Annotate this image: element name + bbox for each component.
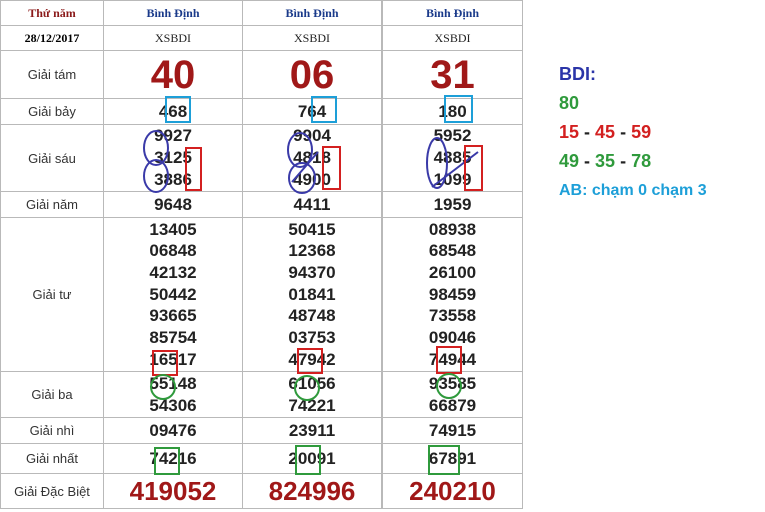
prize-g1: 74216 — [103, 443, 243, 474]
prize-g2: 09476 — [103, 417, 243, 444]
prize-g4: 50415 12368 94370 01841 48748 03753 4794… — [242, 217, 382, 372]
prize-number: 4818 — [293, 148, 331, 168]
prize-g1: 20091 — [242, 443, 382, 474]
prize-g1: 67891 — [382, 443, 523, 474]
prize-label-g2: Giải nhì — [0, 417, 104, 444]
prize-g6: 9904 4818 4900 — [242, 124, 382, 192]
prize-g3: 93585 66879 — [382, 371, 523, 418]
prize-g4: 08938 68548 26100 98459 73558 09046 7494… — [382, 217, 523, 372]
prize-g5: 1959 — [382, 191, 523, 218]
prize-g5: 4411 — [242, 191, 382, 218]
prize-number: 85754 — [149, 328, 197, 348]
prize-number: 50442 — [149, 284, 197, 304]
prize-g7: 180 — [382, 98, 523, 125]
prize-number: 55148 — [149, 373, 197, 393]
prize-number: 93585 — [428, 373, 477, 393]
prize-g4: 13405 06848 42132 50442 93665 85754 1651… — [103, 217, 243, 372]
prediction-line-1: 80 — [559, 93, 580, 113]
prize-g6: 9927 3125 3886 — [103, 124, 243, 192]
prediction-line-3: 49 - 35 - 78 — [559, 147, 707, 176]
prediction-panel: BDI: 80 15 - 45 - 59 49 - 35 - 78 AB: ch… — [559, 60, 707, 205]
prize-g8: 06 — [242, 50, 382, 99]
lottery-code: XSBDI — [103, 25, 243, 51]
prize-number: 26100 — [428, 262, 477, 282]
prize-label-g7: Giải bảy — [0, 98, 104, 125]
prediction-number: 49 — [559, 151, 580, 171]
prediction-title: BDI: — [559, 64, 596, 84]
results-table-2: Bình Định XSBDI 31 180 5952 4885 1099 19… — [382, 0, 523, 509]
prize-special: 824996 — [242, 473, 382, 509]
prize-special: 240210 — [382, 473, 523, 509]
prize-number: 12368 — [288, 241, 336, 261]
prize-number: 66879 — [428, 395, 477, 415]
prediction-line-4: AB: chạm 0 chạm 3 — [559, 182, 707, 199]
draw-date: 28/12/2017 — [0, 25, 104, 51]
prize-number: 09046 — [428, 328, 477, 348]
prediction-number: 78 — [631, 151, 652, 171]
province-header: Bình Định — [242, 0, 382, 26]
separator: - — [579, 151, 596, 171]
prize-number: 94370 — [288, 262, 336, 282]
province-header: Bình Định — [103, 0, 243, 26]
prize-number: 13405 — [149, 219, 197, 239]
prediction-line-2: 15 - 45 - 59 — [559, 118, 707, 147]
prize-number: 73558 — [428, 306, 477, 326]
prize-g7: 764 — [242, 98, 382, 125]
prize-number: 03753 — [288, 328, 336, 348]
prize-g5: 9648 — [103, 191, 243, 218]
prize-label-g8: Giải tám — [0, 50, 104, 99]
results-table-1: Thứ năm Bình Định Bình Định 28/12/2017 X… — [0, 0, 382, 509]
prize-number: 50415 — [288, 219, 336, 239]
prize-number: 3125 — [154, 148, 192, 168]
prize-g2: 74915 — [382, 417, 523, 444]
prize-label-g5: Giải năm — [0, 191, 104, 218]
prize-special: 419052 — [103, 473, 243, 509]
prize-label-g4: Giải tư — [0, 217, 104, 372]
prize-number: 3886 — [154, 169, 192, 189]
prize-number: 48748 — [288, 306, 336, 326]
prediction-number: 15 — [559, 122, 580, 142]
prize-number: 9904 — [293, 126, 331, 146]
separator: - — [579, 122, 596, 142]
prize-number: 74944 — [428, 349, 477, 369]
prize-g2: 23911 — [242, 417, 382, 444]
separator: - — [615, 122, 632, 142]
separator: - — [615, 151, 632, 171]
prize-number: 5952 — [433, 126, 472, 146]
prize-g8: 40 — [103, 50, 243, 99]
weekday-header: Thứ năm — [0, 0, 104, 26]
prize-g6: 5952 4885 1099 — [382, 124, 523, 192]
prize-number: 4885 — [433, 148, 472, 168]
prize-g3: 55148 54306 — [103, 371, 243, 418]
prize-label-special: Giải Đặc Biệt — [0, 473, 104, 509]
prize-g3: 61056 74221 — [242, 371, 382, 418]
prize-number: 1099 — [433, 169, 472, 189]
prize-number: 54306 — [149, 395, 197, 415]
lottery-code: XSBDI — [242, 25, 382, 51]
prize-number: 4900 — [293, 169, 331, 189]
prize-number: 08938 — [428, 219, 477, 239]
prize-number: 16517 — [149, 349, 197, 369]
prize-label-g3: Giải ba — [0, 371, 104, 418]
prediction-number: 45 — [595, 122, 616, 142]
prize-number: 9927 — [154, 126, 192, 146]
prediction-number: 59 — [631, 122, 652, 142]
lottery-code: XSBDI — [382, 25, 523, 51]
prize-number: 98459 — [428, 284, 477, 304]
prediction-number: 35 — [595, 151, 616, 171]
prize-label-g6: Giải sáu — [0, 124, 104, 192]
prize-number: 42132 — [149, 262, 197, 282]
prize-number: 68548 — [428, 241, 477, 261]
prize-g8: 31 — [382, 50, 523, 99]
province-header: Bình Định — [382, 0, 523, 26]
prize-number: 06848 — [149, 241, 197, 261]
prize-number: 47942 — [288, 349, 336, 369]
prize-g7: 468 — [103, 98, 243, 125]
prize-number: 61056 — [288, 373, 336, 393]
prize-number: 93665 — [149, 306, 197, 326]
prize-number: 01841 — [288, 284, 336, 304]
prize-number: 74221 — [288, 395, 336, 415]
prize-label-g1: Giải nhất — [0, 443, 104, 474]
